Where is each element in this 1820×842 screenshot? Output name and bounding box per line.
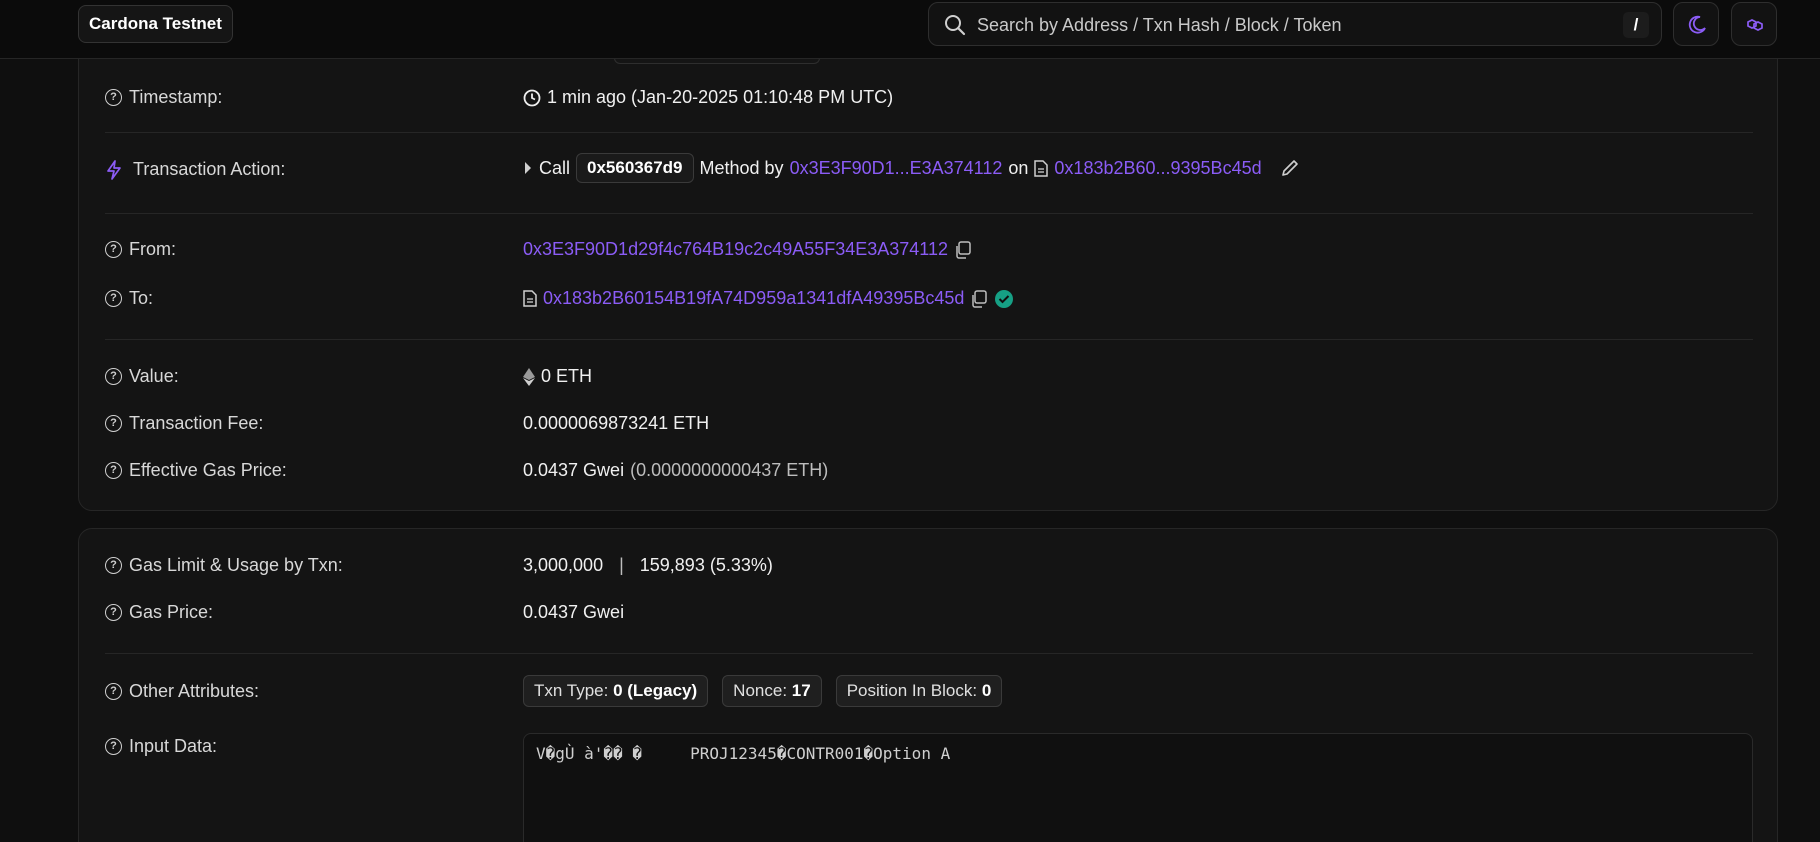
transaction-fee-value: 0.0000069873241 ETH xyxy=(523,413,710,433)
gas-limit-label: ? Gas Limit & Usage by Txn: xyxy=(105,555,343,576)
effective-gas-price-value: 0.0437 Gwei (0.0000000000437 ETH) xyxy=(523,460,829,480)
help-icon[interactable]: ? xyxy=(105,462,122,479)
gas-price-label: ? Gas Price: xyxy=(105,602,213,623)
divider xyxy=(105,213,1753,214)
copy-icon[interactable] xyxy=(970,289,988,308)
timestamp-label: ? Timestamp: xyxy=(105,87,222,108)
help-icon[interactable]: ? xyxy=(105,415,122,432)
theme-toggle-button[interactable] xyxy=(1673,2,1719,46)
position-in-block-badge: Position In Block: 0 xyxy=(835,675,1003,707)
moon-icon xyxy=(1688,15,1706,34)
help-icon[interactable]: ? xyxy=(105,241,122,258)
network-selector-button[interactable]: Cardona Testnet xyxy=(78,5,233,43)
help-icon[interactable]: ? xyxy=(105,89,122,106)
contract-file-icon xyxy=(523,290,537,307)
help-icon[interactable]: ? xyxy=(105,557,122,574)
gas-details-card: ? Gas Limit & Usage by Txn: 3,000,000 | … xyxy=(78,528,1778,842)
caret-right-icon[interactable] xyxy=(523,161,533,175)
help-icon[interactable]: ? xyxy=(105,738,122,755)
input-data-label: ? Input Data: xyxy=(105,736,217,757)
transaction-action-label: Transaction Action: xyxy=(105,159,285,180)
search-input[interactable]: Search by Address / Txn Hash / Block / T… xyxy=(977,15,1342,36)
polygon-logo-icon xyxy=(1747,19,1763,31)
txn-type-badge: Txn Type: 0 (Legacy) xyxy=(523,675,709,707)
other-attributes-value: Txn Type: 0 (Legacy) Nonce: 17 Position … xyxy=(523,675,1010,707)
help-icon[interactable]: ? xyxy=(105,604,122,621)
input-data-textarea[interactable]: V�gÙ à'�� � PROJ12345�CONTR001�Option A xyxy=(523,733,1753,842)
action-contract-link[interactable]: 0x183b2B60...9395Bc45d xyxy=(1054,158,1261,179)
search-icon xyxy=(945,15,966,36)
help-icon[interactable]: ? xyxy=(105,368,122,385)
gas-price-value: 0.0437 Gwei xyxy=(523,602,625,622)
gas-limit-value: 3,000,000 | 159,893 (5.33%) xyxy=(523,555,773,575)
action-from-address-link[interactable]: 0x3E3F90D1...E3A374112 xyxy=(790,158,1003,179)
to-value: 0x183b2B60154B19fA74D959a1341dfA49395Bc4… xyxy=(523,288,1014,309)
value-value: 0 ETH xyxy=(523,366,592,387)
transaction-overview-card: ? Timestamp: 1 min ago (Jan-20-2025 01:1… xyxy=(78,30,1778,511)
from-address-link[interactable]: 0x3E3F90D1d29f4c764B19c2c49A55F34E3A3741… xyxy=(523,239,948,260)
transaction-action-value: Call 0x560367d9 Method by 0x3E3F90D1...E… xyxy=(523,153,1300,183)
divider xyxy=(105,132,1753,133)
clock-icon xyxy=(523,89,541,106)
other-attributes-label: ? Other Attributes: xyxy=(105,681,259,702)
pencil-icon[interactable] xyxy=(1280,158,1300,178)
timestamp-value: 1 min ago (Jan-20-2025 01:10:48 PM UTC) xyxy=(523,87,893,108)
method-id-chip: 0x560367d9 xyxy=(576,153,694,183)
to-address-link[interactable]: 0x183b2B60154B19fA74D959a1341dfA49395Bc4… xyxy=(543,288,964,309)
lightning-icon xyxy=(107,159,121,180)
help-icon[interactable]: ? xyxy=(105,683,122,700)
top-navbar: Cardona Testnet Search by Address / Txn … xyxy=(0,0,1820,59)
from-label: ? From: xyxy=(105,239,176,260)
to-label: ? To: xyxy=(105,288,153,309)
divider xyxy=(105,339,1753,340)
copy-icon[interactable] xyxy=(954,240,972,259)
verified-check-icon xyxy=(995,289,1014,308)
nonce-badge: Nonce: 17 xyxy=(722,675,822,707)
ethereum-icon xyxy=(523,367,535,386)
help-icon[interactable]: ? xyxy=(105,290,122,307)
search-shortcut-hint: / xyxy=(1623,12,1649,38)
effective-gas-price-label: ? Effective Gas Price: xyxy=(105,460,287,481)
contract-file-icon xyxy=(1034,159,1049,177)
transaction-fee-label: ? Transaction Fee: xyxy=(105,413,263,434)
search-bar[interactable]: Search by Address / Txn Hash / Block / T… xyxy=(928,2,1662,46)
divider xyxy=(105,653,1753,654)
network-switch-button[interactable] xyxy=(1731,2,1777,46)
value-label: ? Value: xyxy=(105,366,179,387)
from-value: 0x3E3F90D1d29f4c764B19c2c49A55F34E3A3741… xyxy=(523,239,972,260)
